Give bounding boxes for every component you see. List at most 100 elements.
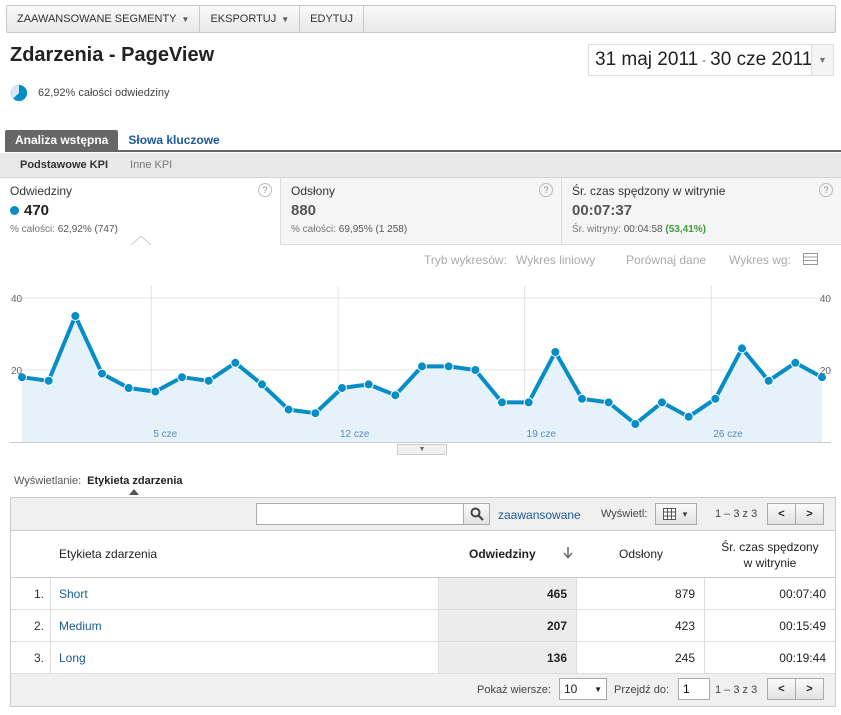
data-point[interactable] [363, 379, 374, 390]
data-point[interactable] [577, 393, 587, 404]
rows-per-page-select[interactable]: 10 ▼ [559, 678, 607, 700]
kpi-sub-value: 62,92% (747) [57, 224, 118, 235]
x-tick-label: 19 cze [527, 429, 557, 440]
row-visits: 207 [439, 610, 577, 641]
kpi-visits[interactable]: Odwiedziny 470 % całości: 62,92% (747) ? [0, 178, 281, 245]
table-view-icon[interactable] [803, 253, 818, 265]
data-point[interactable] [523, 397, 534, 408]
data-point[interactable] [683, 411, 694, 422]
search-input[interactable] [256, 503, 464, 525]
table-row: 2. Medium 207 423 00:15:49 [11, 610, 835, 642]
data-point[interactable] [203, 375, 214, 386]
kpi-avg-time[interactable]: Śr. czas spędzony w witrynie 00:07:37 Śr… [562, 178, 841, 245]
prev-page-button[interactable]: < [768, 679, 796, 699]
data-point[interactable] [603, 397, 614, 408]
data-point[interactable] [310, 408, 321, 419]
kpi-label: Odwiedziny [10, 184, 73, 198]
prev-page-button[interactable]: < [768, 504, 796, 524]
data-point[interactable] [657, 397, 667, 408]
data-point[interactable] [70, 311, 81, 321]
data-point[interactable] [283, 404, 294, 415]
date-end: 30 cze 2011 [710, 49, 813, 70]
edit-button[interactable]: EDYTUJ [300, 6, 364, 32]
pager-range: 1 – 3 z 3 [715, 508, 758, 520]
next-page-button[interactable]: > [796, 504, 823, 524]
data-point[interactable] [337, 383, 347, 393]
data-point[interactable] [710, 393, 721, 404]
data-point[interactable] [257, 379, 267, 390]
data-point[interactable] [630, 419, 641, 429]
row-avg-time: 00:19:44 [779, 650, 826, 665]
kpi-pageviews[interactable]: Odsłony 880 % całości: 69,95% (1 258) ? [281, 178, 562, 245]
kpi-subtext: Śr. witryny: 00:04:58 (53,41%) [572, 224, 831, 235]
kpi-subtext: % całości: 69,95% (1 258) [291, 224, 551, 235]
column-header-label[interactable]: Etykieta zdarzenia [59, 547, 157, 561]
row-avg-time: 00:07:40 [779, 586, 826, 601]
y-tick-label-right: 40 [820, 294, 832, 305]
export-button[interactable]: EKSPORTUJ ▼ [200, 6, 301, 32]
table-toolbar: zaawansowane Wyświetl: ▼ 1 – 3 z 3 < > [11, 498, 835, 531]
date-range-picker[interactable]: 31 maj 2011 - 30 cze 2011 ▼ [588, 44, 834, 76]
column-header-pageviews[interactable]: Odsłony [619, 547, 663, 561]
row-label-link[interactable]: Medium [51, 610, 439, 641]
line-chart-option[interactable]: Wykres liniowy [516, 253, 595, 267]
y-tick-label-left: 20 [11, 366, 23, 377]
chevron-down-icon: ▼ [281, 14, 290, 24]
chevron-down-icon[interactable]: ▼ [811, 45, 833, 75]
data-point[interactable] [43, 375, 54, 386]
data-point[interactable] [497, 397, 507, 408]
subtab-other-kpi[interactable]: Inne KPI [130, 159, 172, 171]
data-point[interactable] [790, 357, 801, 368]
data-point[interactable] [97, 368, 107, 379]
data-point[interactable] [123, 383, 134, 393]
next-page-button[interactable]: > [796, 679, 823, 699]
goto-page-input[interactable] [678, 678, 710, 700]
y-tick-label-right: 20 [820, 366, 832, 377]
row-label-link[interactable]: Short [51, 578, 439, 609]
row-number: 3. [11, 642, 51, 673]
table-header: Etykieta zdarzenia Odwiedziny Odsłony Śr… [11, 531, 835, 578]
data-point[interactable] [443, 361, 454, 372]
data-point[interactable] [150, 386, 161, 397]
view-selector: Wyświetlanie: Etykieta zdarzenia [14, 475, 183, 487]
tab-analysis[interactable]: Analiza wstępna [5, 130, 119, 150]
kpi-row: Odwiedziny 470 % całości: 62,92% (747) ?… [0, 178, 841, 245]
tab-keywords[interactable]: Słowa kluczowe [118, 130, 229, 150]
search-button[interactable] [463, 503, 490, 525]
compare-data-option[interactable]: Porównaj dane [626, 253, 706, 267]
data-point[interactable] [737, 343, 747, 354]
sort-down-icon[interactable] [563, 547, 573, 559]
row-label-link[interactable]: Long [51, 642, 439, 673]
view-type-button[interactable]: ▼ [655, 503, 697, 525]
goto-label: Przejdź do: [614, 684, 670, 696]
data-table: zaawansowane Wyświetl: ▼ 1 – 3 z 3 < > E… [10, 497, 836, 707]
data-point[interactable] [470, 365, 481, 375]
data-point[interactable] [390, 390, 401, 401]
column-header-avg-time[interactable]: Śr. czas spędzony w witrynie [705, 539, 835, 571]
rows-per-page-value: 10 [564, 682, 578, 696]
edit-label: EDYTUJ [310, 13, 353, 25]
help-icon[interactable]: ? [258, 183, 272, 197]
chevron-down-icon: ▼ [181, 14, 190, 24]
advanced-segments-button[interactable]: ZAAWANSOWANE SEGMENTY ▼ [7, 6, 201, 32]
data-point[interactable] [550, 347, 561, 357]
chart-resize-handle[interactable]: ▼ [397, 444, 447, 455]
rows-per-page-label: Pokaż wiersze: [477, 684, 551, 696]
subtab-basic-kpi[interactable]: Podstawowe KPI [20, 159, 108, 171]
display-label: Wyświetl: [601, 508, 648, 520]
advanced-filter-link[interactable]: zaawansowane [498, 508, 581, 522]
data-point[interactable] [763, 375, 774, 386]
kpi-label: Odsłony [291, 184, 336, 198]
visits-line-chart[interactable]: 40 40 20 20 5 cze 12 cze 19 cze 26 cze [0, 280, 841, 456]
data-point[interactable] [177, 372, 187, 383]
kpi-value-text: 00:07:37 [572, 202, 633, 219]
kpi-value-text: 470 [24, 202, 50, 219]
column-header-visits[interactable]: Odwiedziny [469, 547, 536, 561]
data-point[interactable] [417, 361, 427, 372]
data-point[interactable] [230, 357, 241, 368]
help-icon[interactable]: ? [539, 183, 553, 197]
kpi-sub-value: 69,95% (1 258) [338, 224, 408, 235]
help-icon[interactable]: ? [819, 183, 833, 197]
pager-buttons: < > [767, 678, 824, 700]
view-event-label-option[interactable]: Etykieta zdarzenia [87, 475, 182, 487]
